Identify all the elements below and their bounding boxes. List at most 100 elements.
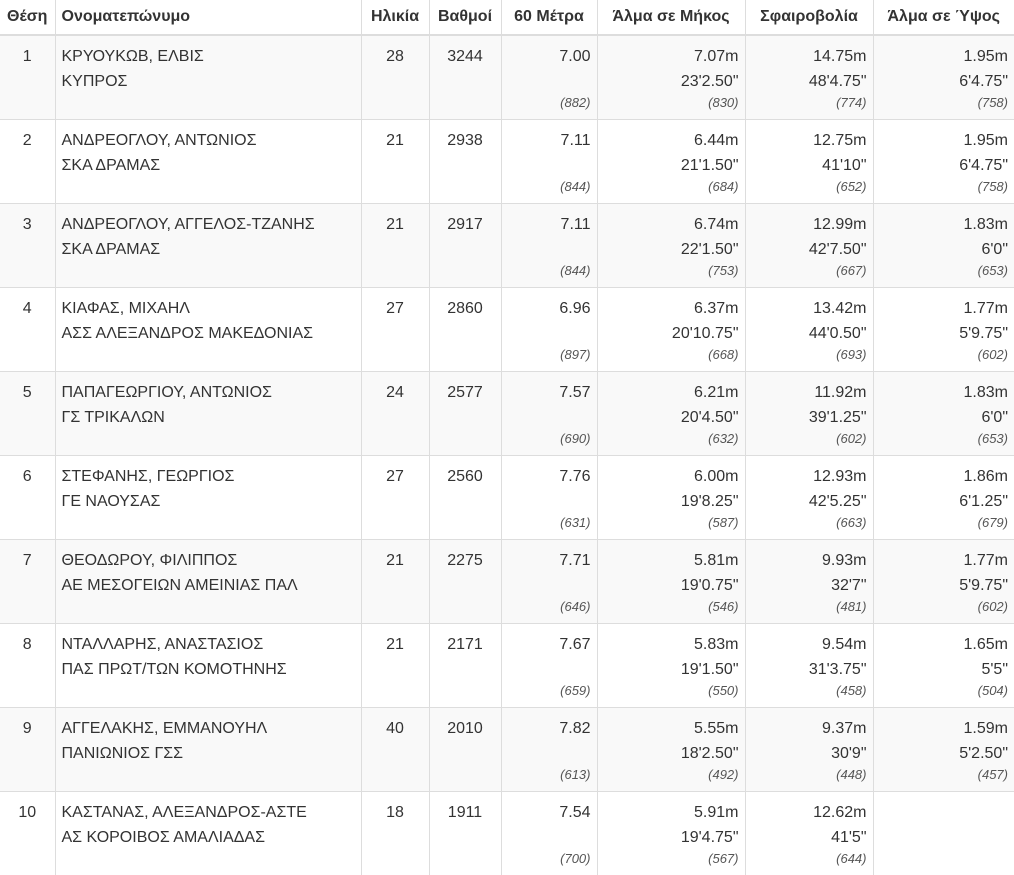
age: 28	[386, 48, 404, 65]
high-jump-score: (602)	[977, 598, 1008, 614]
high-jump-metric: 1.95m	[963, 131, 1008, 149]
age-cell: 21	[360, 202, 429, 287]
points-cell: 2860	[428, 286, 501, 371]
long-jump-imperial: 19'1.50"	[680, 660, 739, 678]
header-points[interactable]: Βαθμοί	[428, 0, 501, 36]
shot-put-imperial: 39'1.25"	[808, 408, 867, 426]
header-long-jump[interactable]: Άλμα σε Μήκος	[596, 0, 745, 36]
sixty-mark: 6.96	[559, 299, 591, 317]
points: 2560	[447, 467, 483, 485]
age-cell: 21	[360, 538, 429, 623]
long-jump-metric: 6.74m	[694, 215, 739, 233]
long-jump-imperial: 18'2.50"	[680, 744, 739, 762]
club-name: ΓΣ ΤΡΙΚΑΛΩΝ	[61, 408, 165, 426]
sixty-score: (882)	[560, 95, 591, 110]
header-age[interactable]: Ηλικία	[360, 0, 429, 36]
long-jump-cell: 7.07m 23'2.50" (830)	[596, 34, 745, 119]
position-cell: 3	[0, 202, 55, 287]
shot-put-cell: 11.92m 39'1.25" (602)	[744, 370, 873, 455]
table-row: 6 ΣΤΕΦΑΝΗΣ, ΓΕΩΡΓΙΟΣ ΓΕ ΝΑΟΥΣΑΣ 27 2560 …	[0, 454, 1014, 539]
sixty-mark: 7.54	[559, 803, 591, 821]
age: 18	[386, 803, 404, 821]
position: 3	[22, 215, 32, 233]
athlete-name[interactable]: ΣΤΕΦΑΝΗΣ, ΓΕΩΡΓΙΟΣ	[62, 464, 355, 489]
shot-put-metric: 12.62m	[813, 803, 867, 821]
points-cell: 3244	[428, 34, 501, 119]
long-jump-metric: 5.83m	[694, 635, 739, 653]
shot-put-score: (652)	[836, 178, 867, 194]
long-jump-imperial: 20'4.50"	[680, 408, 739, 426]
athlete-name[interactable]: ΝΤΑΛΛΑΡΗΣ, ΑΝΑΣΤΑΣΙΟΣ	[62, 632, 355, 657]
athlete-name[interactable]: ΑΝΔΡΕΟΓΛΟΥ, ΑΝΤΩΝΙΟΣ	[62, 128, 355, 153]
shot-put-imperial: 44'0.50"	[808, 324, 867, 342]
athlete-name[interactable]: ΘΕΟΔΩΡΟΥ, ΦΙΛΙΠΠΟΣ	[62, 548, 355, 573]
table-row: 8 ΝΤΑΛΛΑΡΗΣ, ΑΝΑΣΤΑΣΙΟΣ ΠΑΣ ΠΡΩΤ/ΤΩΝ ΚΟΜ…	[0, 622, 1014, 707]
sixty-cell: 7.82 (613)	[500, 706, 597, 791]
position-cell: 10	[0, 790, 55, 875]
high-jump-cell: 1.77m 5'9.75" (602)	[872, 286, 1014, 371]
sixty-score: (659)	[560, 682, 591, 698]
long-jump-score: (830)	[708, 95, 739, 110]
points-cell: 2560	[428, 454, 501, 539]
long-jump-score: (567)	[708, 850, 739, 866]
high-jump-score: (758)	[977, 178, 1008, 194]
athlete-cell: ΝΤΑΛΛΑΡΗΣ, ΑΝΑΣΤΑΣΙΟΣ ΠΑΣ ΠΡΩΤ/ΤΩΝ ΚΟΜΟΤ…	[54, 622, 361, 707]
header-shot-put[interactable]: Σφαιροβολία	[744, 0, 873, 36]
sixty-mark: 7.76	[559, 467, 591, 485]
athlete-name[interactable]: ΑΝΔΡΕΟΓΛΟΥ, ΑΓΓΕΛΟΣ-ΤΖΑΝΗΣ	[62, 212, 355, 237]
sixty-cell: 7.11 (844)	[500, 118, 597, 203]
table-row: 7 ΘΕΟΔΩΡΟΥ, ΦΙΛΙΠΠΟΣ ΑΕ ΜΕΣΟΓΕΙΩΝ ΑΜΕΙΝΙ…	[0, 538, 1014, 623]
club-name: ΑΣΣ ΑΛΕΞΑΝΔΡΟΣ ΜΑΚΕΔΟΝΙΑΣ	[61, 324, 314, 342]
shot-put-score: (667)	[836, 262, 867, 278]
position-cell: 6	[0, 454, 55, 539]
long-jump-imperial: 19'0.75"	[680, 576, 739, 594]
header-60m[interactable]: 60 Μέτρα	[500, 0, 597, 36]
shot-put-metric: 9.93m	[822, 551, 867, 569]
shot-put-score: (774)	[836, 95, 867, 110]
age: 40	[386, 719, 404, 737]
club-name: ΣΚΑ ΔΡΑΜΑΣ	[61, 240, 161, 258]
shot-put-cell: 9.54m 31'3.75" (458)	[744, 622, 873, 707]
shot-put-imperial: 31'3.75"	[808, 660, 867, 678]
shot-put-metric: 9.37m	[822, 719, 867, 737]
table-row: 2 ΑΝΔΡΕΟΓΛΟΥ, ΑΝΤΩΝΙΟΣ ΣΚΑ ΔΡΑΜΑΣ 21 293…	[0, 118, 1014, 203]
long-jump-cell: 6.74m 22'1.50" (753)	[596, 202, 745, 287]
long-jump-metric: 6.21m	[694, 383, 739, 401]
athlete-name[interactable]: ΑΓΓΕΛΑΚΗΣ, ΕΜΜΑΝΟΥΗΛ	[62, 716, 355, 741]
shot-put-metric: 14.75m	[813, 48, 867, 65]
header-high-jump[interactable]: Άλμα σε Ύψος	[872, 0, 1014, 36]
shot-put-score: (448)	[836, 766, 867, 782]
position: 10	[18, 803, 37, 821]
header-position[interactable]: Θέση	[0, 0, 55, 36]
shot-put-cell: 9.93m 32'7" (481)	[744, 538, 873, 623]
position: 9	[22, 719, 32, 737]
high-jump-cell: 1.65m 5'5" (504)	[872, 622, 1014, 707]
sixty-cell: 7.57 (690)	[500, 370, 597, 455]
long-jump-imperial: 19'4.75"	[680, 828, 739, 846]
long-jump-score: (587)	[708, 514, 739, 530]
points-cell: 2917	[428, 202, 501, 287]
athlete-cell: ΚΑΣΤΑΝΑΣ, ΑΛΕΞΑΝΔΡΟΣ-ΑΣΤΕ ΑΣ ΚΟΡΟΙΒΟΣ ΑΜ…	[54, 790, 361, 875]
shot-put-metric: 12.99m	[813, 215, 867, 233]
points: 2171	[447, 635, 483, 653]
athlete-name[interactable]: ΚΑΣΤΑΝΑΣ, ΑΛΕΞΑΝΔΡΟΣ-ΑΣΤΕ	[62, 800, 355, 825]
position-cell: 2	[0, 118, 55, 203]
athlete-name[interactable]: ΚΙΑΦΑΣ, ΜΙΧΑΗΛ	[62, 296, 355, 321]
header-name[interactable]: Ονοματεπώνυμο	[54, 0, 361, 36]
points: 2275	[447, 551, 483, 569]
club-name: ΑΣ ΚΟΡΟΙΒΟΣ ΑΜΑΛΙΑΔΑΣ	[61, 828, 266, 846]
high-jump-imperial: 6'4.75"	[959, 156, 1008, 174]
high-jump-cell: 1.95m 6'4.75" (758)	[872, 34, 1014, 119]
long-jump-cell: 5.83m 19'1.50" (550)	[596, 622, 745, 707]
high-jump-imperial: 5'5"	[981, 660, 1008, 678]
age-cell: 24	[360, 370, 429, 455]
high-jump-imperial: 6'1.25"	[959, 492, 1008, 510]
shot-put-imperial: 41'5"	[831, 828, 867, 846]
athlete-name[interactable]: ΠΑΠΑΓΕΩΡΓΙΟΥ, ΑΝΤΩΝΙΟΣ	[62, 380, 355, 405]
long-jump-metric: 5.81m	[694, 551, 739, 569]
athlete-name[interactable]: ΚΡΥΟΥΚΩΒ, ΕΛΒΙΣ	[62, 44, 355, 69]
long-jump-score: (753)	[708, 262, 739, 278]
